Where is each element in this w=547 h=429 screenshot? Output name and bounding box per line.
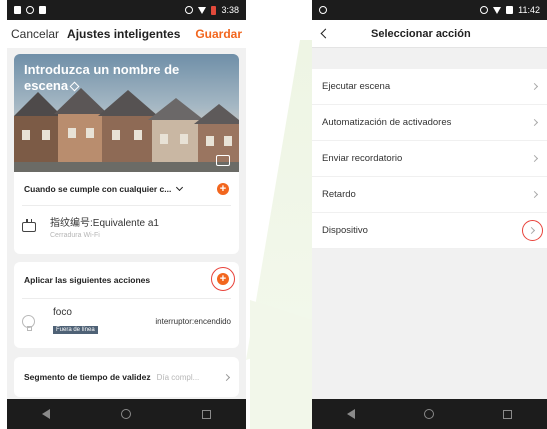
cancel-button[interactable]: Cancelar: [11, 27, 59, 41]
chevron-right-icon: [530, 190, 539, 199]
back-arrow-icon[interactable]: [320, 28, 331, 39]
recent-apps-icon[interactable]: [201, 409, 211, 419]
actions-header: Aplicar las siguientes acciones: [14, 262, 239, 298]
status-time: 11:42: [518, 5, 540, 15]
nav-bar: [312, 399, 547, 429]
sync-icon: [319, 6, 327, 14]
save-button[interactable]: Guardar: [195, 27, 242, 41]
chevron-right-icon: [222, 373, 231, 381]
recent-apps-icon[interactable]: [503, 409, 513, 419]
data-icon: [185, 6, 194, 14]
notification-icon: [14, 6, 21, 14]
action-menu: Ejecutar escena Automatización de activa…: [312, 69, 547, 249]
chevron-right-icon: [530, 82, 539, 91]
validity-label: Segmento de tiempo de validez: [24, 372, 151, 382]
highlight-ring: +: [211, 267, 235, 291]
change-image-icon[interactable]: [216, 155, 230, 166]
chevron-right-icon: [530, 118, 539, 127]
data-icon: [480, 6, 489, 14]
nav-bar: [7, 399, 246, 429]
action-value: interruptor:encendido: [155, 317, 231, 326]
menu-item-dispositivo[interactable]: Dispositivo: [312, 213, 547, 249]
scene-banner[interactable]: Introduzca un nombre de escena: [14, 54, 239, 172]
header: Cancelar Ajustes inteligentes Guardar: [7, 20, 246, 48]
home-nav-icon[interactable]: [120, 409, 131, 419]
condition-label: Cuando se cumple con cualquier c...: [24, 183, 172, 194]
menu-item-label: Enviar recordatorio: [322, 153, 403, 164]
wifi-icon: [198, 6, 207, 14]
action-device-name: foco: [53, 307, 72, 318]
chevron-right-icon: [530, 154, 539, 163]
back-nav-icon[interactable]: [346, 409, 355, 419]
status-time: 3:38: [221, 5, 239, 15]
highlight-ring: [522, 220, 543, 241]
phone-select-action: 11:42 Seleccionar acción Ejecutar escena…: [312, 0, 547, 429]
add-action-button[interactable]: +: [217, 273, 229, 285]
bulb-icon: [22, 315, 35, 331]
wifi-icon: [493, 6, 502, 14]
battery-icon: [506, 6, 514, 14]
condition-header[interactable]: Cuando se cumple con cualquier c... +: [14, 172, 239, 205]
condition-device-row[interactable]: 指纹编号:Equivalente a1 Cerradura Wi-Fi: [14, 206, 239, 247]
condition-device-name: 指纹编号:Equivalente a1: [50, 218, 159, 229]
image-icon: [39, 6, 46, 14]
status-bar: 11:42: [312, 0, 547, 20]
menu-item-label: Retardo: [322, 189, 356, 200]
back-nav-icon[interactable]: [42, 409, 51, 419]
battery-icon: [211, 5, 217, 15]
action-device-row[interactable]: foco Fuera de línea interruptor:encendid…: [14, 299, 239, 344]
tutorial-figure: 3:38 Cancelar Ajustes inteligentes Guard…: [0, 0, 547, 429]
condition-card: Cuando se cumple con cualquier c... + 指纹…: [14, 172, 239, 254]
validity-row[interactable]: Segmento de tiempo de validez Día compl.…: [14, 357, 239, 397]
menu-item-label: Ejecutar escena: [322, 81, 391, 92]
menu-item-label: Automatización de activadores: [322, 117, 452, 128]
status-bar: 3:38: [7, 0, 246, 20]
sync-icon: [26, 6, 34, 14]
edit-icon: [69, 81, 80, 92]
condition-device-sub: Cerradura Wi-Fi: [50, 232, 100, 239]
page-title: Ajustes inteligentes: [67, 27, 181, 41]
chevron-down-icon[interactable]: [176, 183, 184, 191]
phone-smart-settings: 3:38 Cancelar Ajustes inteligentes Guard…: [7, 0, 246, 429]
add-condition-button[interactable]: +: [217, 182, 229, 195]
menu-item-label: Dispositivo: [322, 225, 368, 236]
validity-value: Día compl...: [156, 372, 200, 382]
header: Seleccionar acción: [312, 20, 547, 48]
chevron-right-icon[interactable]: [527, 226, 536, 235]
menu-item-retardo[interactable]: Retardo: [312, 177, 547, 213]
scene-name-input[interactable]: Introduzca un nombre de escena: [24, 62, 199, 94]
actions-label: Aplicar las siguientes acciones: [24, 275, 151, 285]
actions-card: Aplicar las siguientes acciones + foco F…: [14, 262, 239, 348]
home-nav-icon[interactable]: [423, 409, 434, 419]
offline-badge: Fuera de línea: [53, 326, 98, 334]
menu-item-ejecutar-escena[interactable]: Ejecutar escena: [312, 69, 547, 105]
menu-item-automatizacion[interactable]: Automatización de activadores: [312, 105, 547, 141]
page-title: Seleccionar acción: [371, 27, 471, 40]
menu-item-enviar-recordatorio[interactable]: Enviar recordatorio: [312, 141, 547, 177]
plug-icon: [22, 218, 36, 232]
